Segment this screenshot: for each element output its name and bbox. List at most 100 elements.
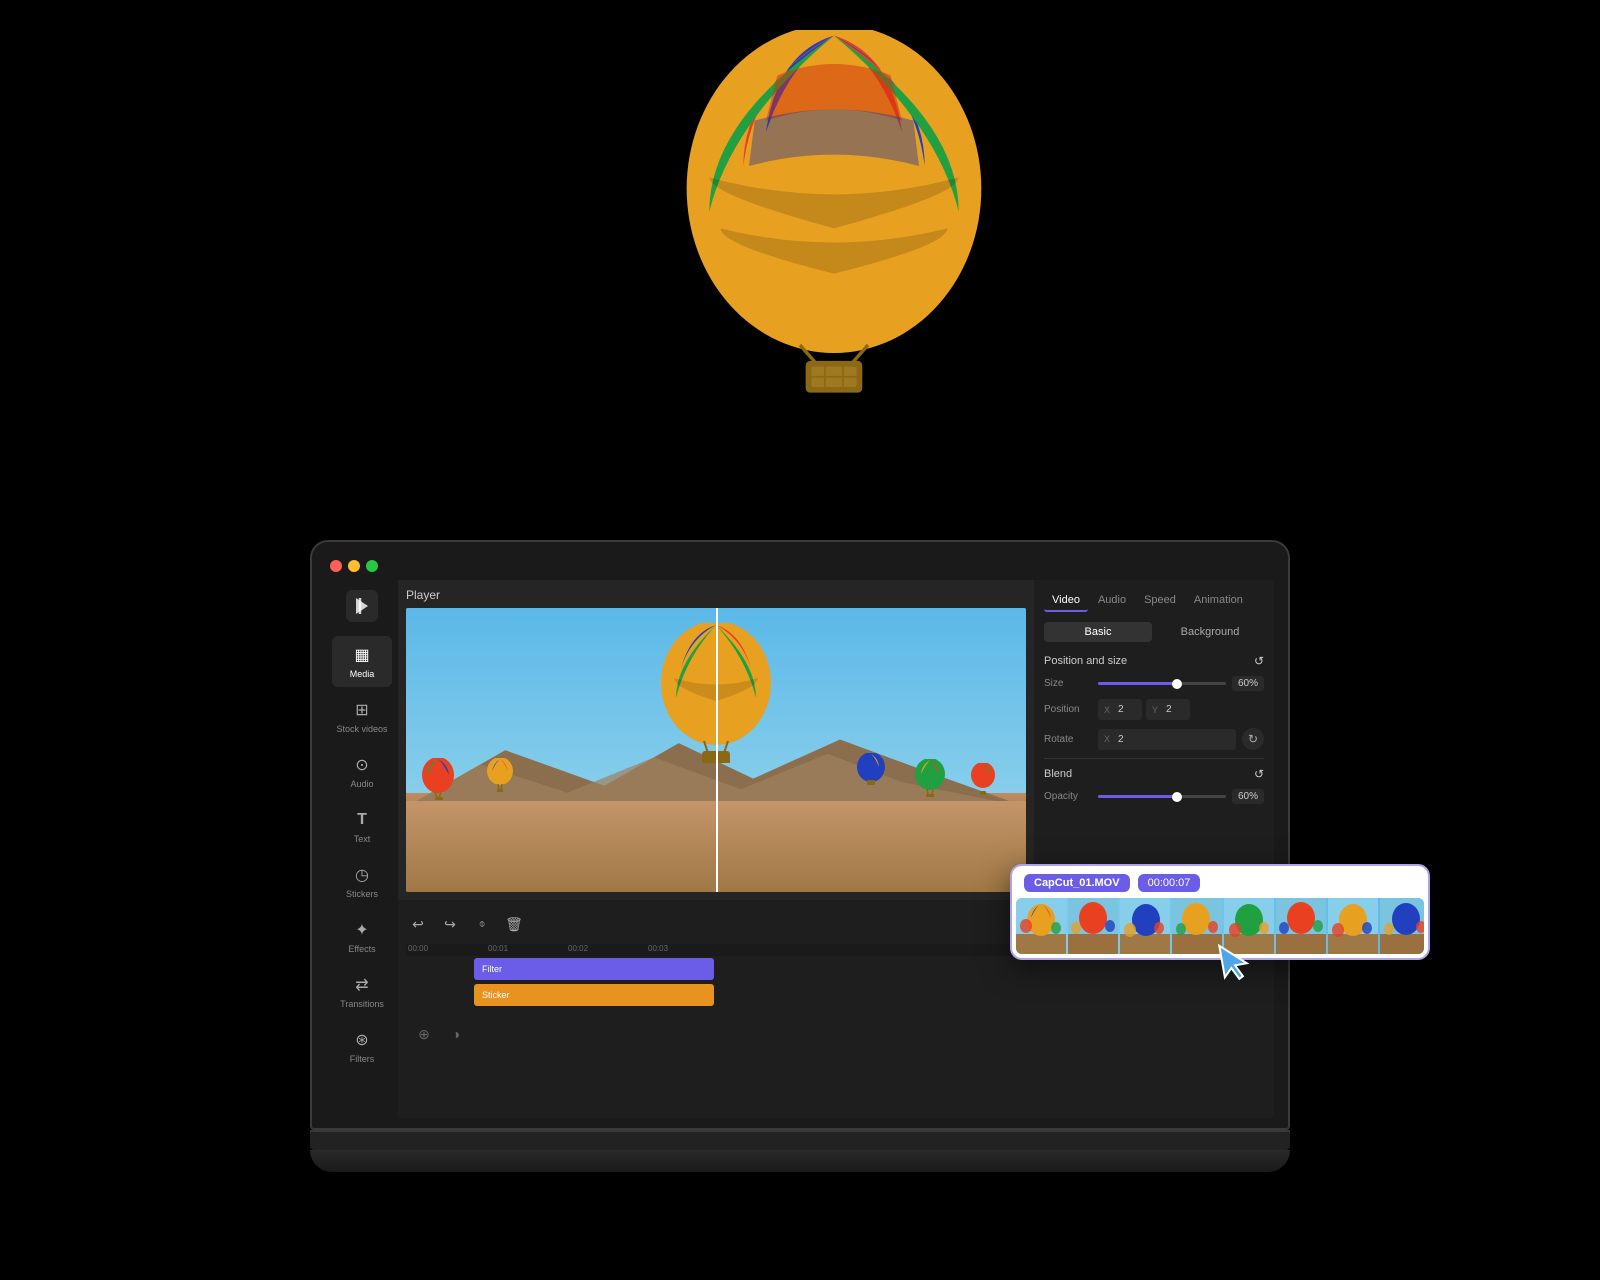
track-sticker[interactable]: Sticker xyxy=(474,984,714,1006)
properties-tabs: Video Audio Speed Animation xyxy=(1044,590,1264,612)
laptop-screen: ▦ Media ⊞ Stock videos ⊙ Audio T Text xyxy=(310,540,1290,1130)
player-section: Player xyxy=(398,580,1034,900)
filmstrip-frame-7 xyxy=(1328,898,1378,954)
position-y-group: Y xyxy=(1146,699,1190,720)
audio-icon: ⊙ xyxy=(351,754,373,776)
small-balloon-5 xyxy=(856,753,886,787)
rotate-button[interactable]: ↻ xyxy=(1242,728,1264,750)
timeline-tracks: Filter Sticker xyxy=(474,958,1266,1006)
hero-balloon xyxy=(664,30,1004,370)
position-size-title: Position and size ↺ xyxy=(1044,654,1264,668)
sidebar-item-filters[interactable]: ⊛ Filters xyxy=(332,1021,392,1072)
transitions-icon: ⇄ xyxy=(351,974,373,996)
filmstrip-frame-6 xyxy=(1276,898,1326,954)
position-x-input[interactable] xyxy=(1112,701,1136,718)
blend-title: Blend ↺ xyxy=(1044,767,1264,781)
subtab-basic[interactable]: Basic xyxy=(1044,622,1152,642)
sidebar-label-media: Media xyxy=(350,669,375,679)
blend-reset[interactable]: ↺ xyxy=(1254,767,1264,781)
app-container: ▦ Media ⊞ Stock videos ⊙ Audio T Text xyxy=(326,580,1274,1118)
player-title: Player xyxy=(406,588,1026,602)
app-logo xyxy=(346,590,378,622)
clip-preview-header: CapCut_01.MOV 00:00:07 xyxy=(1016,870,1424,898)
timeline-add-media[interactable]: ⊕ xyxy=(410,1020,438,1048)
properties-subtabs: Basic Background xyxy=(1044,622,1264,642)
position-x-group: X xyxy=(1098,699,1142,720)
playhead[interactable] xyxy=(716,608,718,892)
opacity-value: 60% xyxy=(1232,789,1264,804)
maximize-button[interactable] xyxy=(366,560,378,572)
sidebar-item-media[interactable]: ▦ Media xyxy=(332,636,392,687)
laptop-base xyxy=(310,1150,1290,1172)
sidebar-item-transitions[interactable]: ⇄ Transitions xyxy=(332,966,392,1017)
sidebar-item-stock-videos[interactable]: ⊞ Stock videos xyxy=(332,691,392,742)
tab-animation[interactable]: Animation xyxy=(1186,590,1251,612)
media-icon: ▦ xyxy=(351,644,373,666)
sidebar-label-transitions: Transitions xyxy=(340,999,384,1009)
filmstrip-frame-8 xyxy=(1380,898,1424,954)
tab-audio[interactable]: Audio xyxy=(1090,590,1134,612)
minimize-button[interactable] xyxy=(348,560,360,572)
position-size-reset[interactable]: ↺ xyxy=(1254,654,1264,668)
opacity-slider[interactable] xyxy=(1098,795,1226,798)
tab-speed[interactable]: Speed xyxy=(1136,590,1184,612)
rotate-x-input[interactable] xyxy=(1112,731,1230,748)
sidebar-item-text[interactable]: T Text xyxy=(332,801,392,852)
effects-icon: ✦ xyxy=(351,919,373,941)
position-y-input[interactable] xyxy=(1160,701,1184,718)
stock-videos-icon: ⊞ xyxy=(351,699,373,721)
opacity-row: Opacity 60% xyxy=(1044,789,1264,804)
filmstrip-frame-2 xyxy=(1068,898,1118,954)
sidebar-label-stickers: Stickers xyxy=(346,889,378,899)
close-button[interactable] xyxy=(330,560,342,572)
sidebar-label-audio: Audio xyxy=(350,779,373,789)
stickers-icon: ◷ xyxy=(351,864,373,886)
timeline-layer[interactable]: ◑ xyxy=(442,1020,470,1048)
divider-1 xyxy=(1044,758,1264,759)
small-balloon-1 xyxy=(421,758,456,798)
subtab-background[interactable]: Background xyxy=(1156,622,1264,642)
timestamp-3: 00:03 xyxy=(648,944,668,953)
opacity-slider-thumb xyxy=(1172,792,1182,802)
tab-video[interactable]: Video xyxy=(1044,590,1088,612)
timeline-left-controls: ⊕ ◑ xyxy=(406,958,474,1110)
position-row: Position X Y xyxy=(1044,699,1264,720)
sidebar-item-stickers[interactable]: ◷ Stickers xyxy=(332,856,392,907)
filmstrip-frame-3 xyxy=(1120,898,1170,954)
player-video xyxy=(406,608,1026,892)
top-area: Player xyxy=(398,580,1274,900)
clip-name: CapCut_01.MOV xyxy=(1024,874,1130,892)
delete-button[interactable]: 🗑 xyxy=(502,912,526,936)
traffic-lights xyxy=(326,554,1274,580)
filmstrip-frame-1 xyxy=(1016,898,1066,954)
laptop-hinge xyxy=(310,1130,1290,1150)
small-balloon-2 xyxy=(486,758,514,790)
sidebar: ▦ Media ⊞ Stock videos ⊙ Audio T Text xyxy=(326,580,398,1118)
sidebar-label-effects: Effects xyxy=(348,944,375,954)
size-slider-thumb xyxy=(1172,679,1182,689)
small-balloon-3 xyxy=(914,759,946,795)
sidebar-label-text: Text xyxy=(354,834,371,844)
size-slider-fill xyxy=(1098,682,1175,685)
undo-button[interactable]: ↩ xyxy=(406,912,430,936)
timestamp-0: 00:00 xyxy=(408,944,428,953)
sidebar-label-stock-videos: Stock videos xyxy=(336,724,387,734)
timestamp-2: 00:02 xyxy=(568,944,588,953)
properties-panel: Video Audio Speed Animation Basic Backgr… xyxy=(1034,580,1274,900)
sidebar-item-effects[interactable]: ✦ Effects xyxy=(332,911,392,962)
timestamp-1: 00:01 xyxy=(488,944,508,953)
text-icon: T xyxy=(351,809,373,831)
position-inputs: X Y xyxy=(1098,699,1264,720)
opacity-slider-fill xyxy=(1098,795,1175,798)
timeline-main: ⊕ ◑ Filter Sticker xyxy=(406,958,1266,1110)
rotate-x-group: X xyxy=(1098,729,1236,750)
track-filter[interactable]: Filter xyxy=(474,958,714,980)
filters-icon: ⊛ xyxy=(351,1029,373,1051)
timeline-track-area: Filter Sticker xyxy=(474,958,1266,1110)
split-button[interactable]: ⌽ xyxy=(470,912,494,936)
main-content: Player xyxy=(398,580,1274,1118)
size-row: Size 60% xyxy=(1044,676,1264,691)
size-slider[interactable] xyxy=(1098,682,1226,685)
redo-button[interactable]: ↪ xyxy=(438,912,462,936)
sidebar-item-audio[interactable]: ⊙ Audio xyxy=(332,746,392,797)
